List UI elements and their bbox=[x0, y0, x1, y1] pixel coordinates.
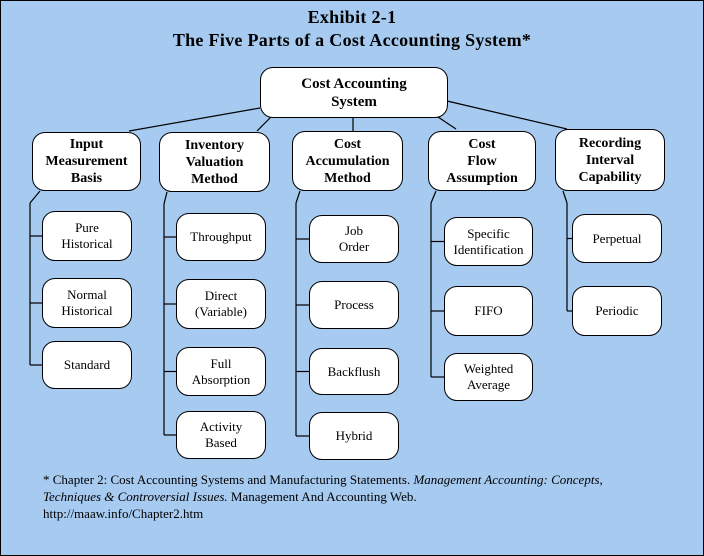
child-node-normal-historical[interactable]: Normal Historical bbox=[42, 278, 132, 328]
child-node-label: Standard bbox=[63, 357, 111, 372]
category-corner-connector bbox=[29, 190, 41, 204]
category-corner-connector bbox=[163, 191, 168, 205]
root-connector-1 bbox=[128, 107, 261, 132]
child-node-label: Process bbox=[334, 297, 374, 312]
child-node-process[interactable]: Process bbox=[309, 281, 399, 329]
root-node-label: Cost Accounting System bbox=[301, 75, 407, 110]
category-corner-connector bbox=[295, 190, 301, 204]
child-node-hybrid[interactable]: Hybrid bbox=[309, 412, 399, 460]
child-node-label: Job Order bbox=[338, 223, 370, 254]
child-node-pure-historical[interactable]: Pure Historical bbox=[42, 211, 132, 261]
child-node-direct-variable[interactable]: Direct (Variable) bbox=[176, 279, 266, 329]
footnote-prefix: * Chapter 2: Cost Accounting Systems and… bbox=[43, 472, 414, 487]
category-corner-connector bbox=[562, 190, 568, 204]
category-node-input-measurement-basis[interactable]: Input Measurement Basis bbox=[32, 132, 141, 191]
child-node-full-absorption[interactable]: Full Absorption bbox=[176, 347, 266, 396]
root-connector-5 bbox=[446, 100, 568, 130]
child-node-fifo[interactable]: FIFO bbox=[444, 286, 533, 336]
diagram-canvas: Exhibit 2-1 The Five Parts of a Cost Acc… bbox=[0, 0, 704, 556]
child-node-specific-identification[interactable]: Specific Identification bbox=[444, 217, 533, 266]
child-node-label: Specific Identification bbox=[453, 225, 524, 257]
child-node-label: Full Absorption bbox=[191, 355, 251, 387]
child-node-label: Pure Historical bbox=[61, 220, 113, 251]
footnote-suffix: Management And Accounting Web. bbox=[227, 489, 417, 504]
category-node-cost-flow-assumption[interactable]: Cost Flow Assumption bbox=[428, 131, 536, 191]
child-node-perpetual[interactable]: Perpetual bbox=[572, 214, 662, 263]
child-node-standard[interactable]: Standard bbox=[42, 341, 132, 389]
category-node-label: Inventory Valuation Method bbox=[184, 137, 245, 187]
child-node-label: Normal Historical bbox=[61, 287, 113, 318]
child-node-label: Throughput bbox=[190, 229, 252, 244]
category-corner-connector bbox=[430, 190, 437, 204]
child-node-backflush[interactable]: Backflush bbox=[309, 348, 399, 395]
child-node-throughput[interactable]: Throughput bbox=[176, 213, 266, 261]
footnote-citation: * Chapter 2: Cost Accounting Systems and… bbox=[43, 471, 663, 522]
child-node-label: Perpetual bbox=[592, 230, 642, 246]
category-node-label: Cost Flow Assumption bbox=[446, 136, 518, 186]
category-node-label: Recording Interval Capability bbox=[578, 135, 642, 185]
child-node-periodic[interactable]: Periodic bbox=[572, 286, 662, 336]
child-node-label: FIFO bbox=[474, 303, 503, 318]
child-node-label: Weighted Average bbox=[463, 361, 514, 392]
child-node-label: Hybrid bbox=[335, 428, 373, 443]
root-node-cost-accounting-system[interactable]: Cost Accounting System bbox=[260, 67, 448, 118]
category-node-recording-interval-capability[interactable]: Recording Interval Capability bbox=[555, 129, 665, 191]
footnote-url[interactable]: http://maaw.info/Chapter2.htm bbox=[43, 506, 203, 521]
root-connector-2 bbox=[256, 116, 272, 132]
category-node-cost-accumulation-method[interactable]: Cost Accumulation Method bbox=[292, 131, 403, 191]
category-node-inventory-valuation-method[interactable]: Inventory Valuation Method bbox=[159, 132, 270, 192]
child-node-label: Direct (Variable) bbox=[195, 288, 247, 319]
child-node-job-order[interactable]: Job Order bbox=[309, 215, 399, 263]
child-node-label: Activity Based bbox=[199, 419, 243, 450]
category-node-label: Cost Accumulation Method bbox=[305, 136, 390, 186]
child-node-label: Backflush bbox=[327, 363, 381, 379]
category-node-label: Input Measurement Basis bbox=[45, 137, 128, 186]
child-node-activity-based[interactable]: Activity Based bbox=[176, 411, 266, 459]
child-node-weighted-average[interactable]: Weighted Average bbox=[444, 353, 533, 401]
child-node-label: Periodic bbox=[595, 303, 639, 318]
